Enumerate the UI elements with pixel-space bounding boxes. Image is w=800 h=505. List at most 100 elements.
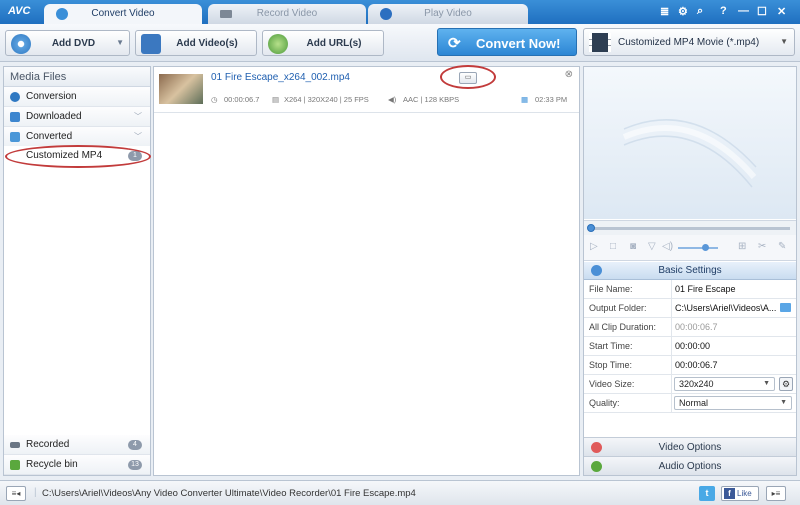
tab-label: Play Video [424, 8, 472, 19]
record-icon [10, 442, 20, 448]
add-videos-button[interactable]: Add Video(s) [135, 30, 257, 56]
menu-icon[interactable]: ≣ [660, 5, 669, 18]
sidebar-item-label: Recycle bin [26, 459, 78, 470]
audio-options-header[interactable]: Audio Options [584, 456, 796, 475]
close-icon[interactable]: ✕ [777, 5, 786, 18]
stop-icon[interactable]: □ [610, 241, 616, 252]
output-folder-field[interactable]: C:\Users\Ariel\Videos\A... [675, 299, 776, 317]
globe-add-icon [268, 34, 288, 54]
video-options-icon [591, 442, 602, 453]
setting-label: Video Size: [584, 375, 672, 393]
seek-handle[interactable] [587, 224, 595, 232]
seek-bar[interactable] [584, 220, 796, 235]
film-icon [589, 33, 611, 52]
sidebar-item-downloaded[interactable]: Downloaded ﹀ [4, 107, 150, 127]
add-urls-button[interactable]: Add URL(s) [262, 30, 384, 56]
add-urls-label: Add URL(s) [306, 38, 362, 49]
start-time-field[interactable]: 00:00:00 [675, 337, 792, 355]
help-icon[interactable]: ? [720, 5, 727, 17]
folder-icon[interactable] [780, 303, 791, 312]
refresh-icon: ⟳ [448, 35, 461, 52]
count-badge: 4 [128, 440, 142, 450]
volume-slider[interactable] [678, 244, 718, 251]
basic-settings-title: Basic Settings [658, 265, 722, 276]
setting-label: Output Folder: [584, 299, 672, 317]
file-name-link[interactable]: 01 Fire Escape_x264_002.mp4 [211, 72, 350, 83]
minimize-icon[interactable]: — [738, 5, 749, 17]
setting-start-time: Start Time: 00:00:00 [584, 337, 796, 356]
video-options-header[interactable]: Video Options [584, 437, 796, 456]
video-thumbnail[interactable] [159, 74, 203, 104]
player-controls: ▷ □ ◙ ▽ ◁) ⊞ ✂ ✎ [584, 235, 796, 261]
search-icon[interactable]: ⌕ [697, 5, 703, 18]
setting-file-name: File Name: 01 Fire Escape [584, 280, 796, 299]
time-text: 02:33 PM [535, 95, 568, 104]
divider: | [34, 487, 37, 498]
toggle-sidebar-button[interactable]: ≡◂ [6, 486, 26, 501]
twitter-icon[interactable]: t [699, 486, 715, 501]
file-item[interactable]: 01 Fire Escape_x264_002.mp4 ◷ 00:00:06.7… [154, 67, 579, 113]
converted-icon [10, 132, 20, 142]
sidebar-item-label: Recorded [26, 439, 70, 450]
sidebar-item-conversion[interactable]: Conversion [4, 87, 150, 107]
output-profile-select[interactable]: Customized MP4 Movie (*.mp4) ▼ [583, 28, 795, 56]
sidebar-item-label: Conversion [26, 91, 77, 102]
camera-icon[interactable]: ◙ [630, 241, 636, 252]
highlight-circle [5, 145, 151, 168]
speaker-icon[interactable]: ◁) [662, 241, 673, 252]
chevron-down-icon[interactable]: ▽ [648, 241, 656, 252]
film-strip-watermark-icon [622, 119, 757, 188]
speaker-icon: ◀) [388, 95, 397, 104]
convert-now-label: Convert Now! [476, 36, 561, 51]
title-bar: AVC Convert Video Record Video Play Vide… [0, 0, 800, 24]
status-path: C:\Users\Ariel\Videos\Any Video Converte… [42, 488, 416, 499]
facebook-like-button[interactable]: f Like [721, 486, 759, 501]
sidebar-item-converted[interactable]: Converted ﹀ [4, 127, 150, 147]
media-files-panel: Media Files Conversion Downloaded ﹀ Conv… [3, 66, 151, 476]
stop-time-field[interactable]: 00:00:06.7 [675, 356, 792, 374]
audio-options-icon [591, 461, 602, 472]
convert-now-button[interactable]: ⟳ Convert Now! [437, 28, 577, 56]
audio-options-label: Audio Options [658, 461, 722, 472]
setting-video-size: Video Size: 320x240 ▼ ⚙ [584, 375, 796, 394]
quality-select[interactable]: Normal ▼ [674, 396, 792, 410]
tab-record-video[interactable]: Record Video [208, 4, 366, 24]
tab-label: Record Video [256, 8, 318, 19]
close-icon[interactable]: ⊗ [565, 69, 573, 80]
video-size-select[interactable]: 320x240 ▼ [674, 377, 775, 391]
maximize-icon[interactable]: ☐ [757, 5, 767, 18]
gear-icon[interactable]: ⚙ [779, 377, 793, 391]
chevron-down-icon: ﹀ [134, 112, 142, 121]
file-name-field[interactable]: 01 Fire Escape [675, 280, 792, 298]
add-videos-label: Add Video(s) [176, 38, 238, 49]
scissors-icon[interactable]: ✂ [758, 241, 766, 252]
facebook-icon: f [724, 488, 735, 499]
status-bar: ≡◂ | C:\Users\Ariel\Videos\Any Video Con… [0, 480, 800, 505]
volume-handle[interactable] [702, 244, 709, 251]
gear-icon[interactable]: ⚙ [678, 5, 688, 18]
add-dvd-button[interactable]: Add DVD ▼ [5, 30, 130, 56]
sidebar-item-recorded[interactable]: Recorded 4 [4, 435, 150, 455]
video-options-label: Video Options [658, 442, 722, 453]
basic-settings-header[interactable]: Basic Settings [584, 262, 796, 280]
tab-play-video[interactable]: Play Video [368, 4, 528, 24]
video-info-text: X264 | 320X240 | 25 FPS [284, 95, 369, 104]
setting-label: All Clip Duration: [584, 318, 672, 336]
chevron-down-icon[interactable]: ▼ [116, 38, 124, 47]
preview-settings-panel: ▷ □ ◙ ▽ ◁) ⊞ ✂ ✎ Basic Settings File Nam… [583, 66, 797, 476]
crop-icon[interactable]: ⊞ [738, 241, 746, 252]
calendar-icon: ▦ [521, 95, 529, 104]
quality-value: Normal [679, 398, 709, 408]
tab-convert-video[interactable]: Convert Video [44, 4, 202, 24]
sidebar-item-recycle-bin[interactable]: Recycle bin 13 [4, 455, 150, 475]
setting-label: File Name: [584, 280, 672, 298]
profile-label: Customized MP4 Movie (*.mp4) [618, 37, 760, 48]
toggle-panel-button[interactable]: ▸≡ [766, 486, 786, 501]
chevron-down-icon: ▼ [780, 37, 788, 46]
media-files-title: Media Files [4, 67, 150, 87]
download-icon [10, 112, 20, 122]
play-icon[interactable]: ▷ [590, 241, 598, 252]
wrench-icon[interactable]: ✎ [778, 241, 786, 252]
conversion-icon [10, 92, 20, 102]
setting-stop-time: Stop Time: 00:00:06.7 [584, 356, 796, 375]
